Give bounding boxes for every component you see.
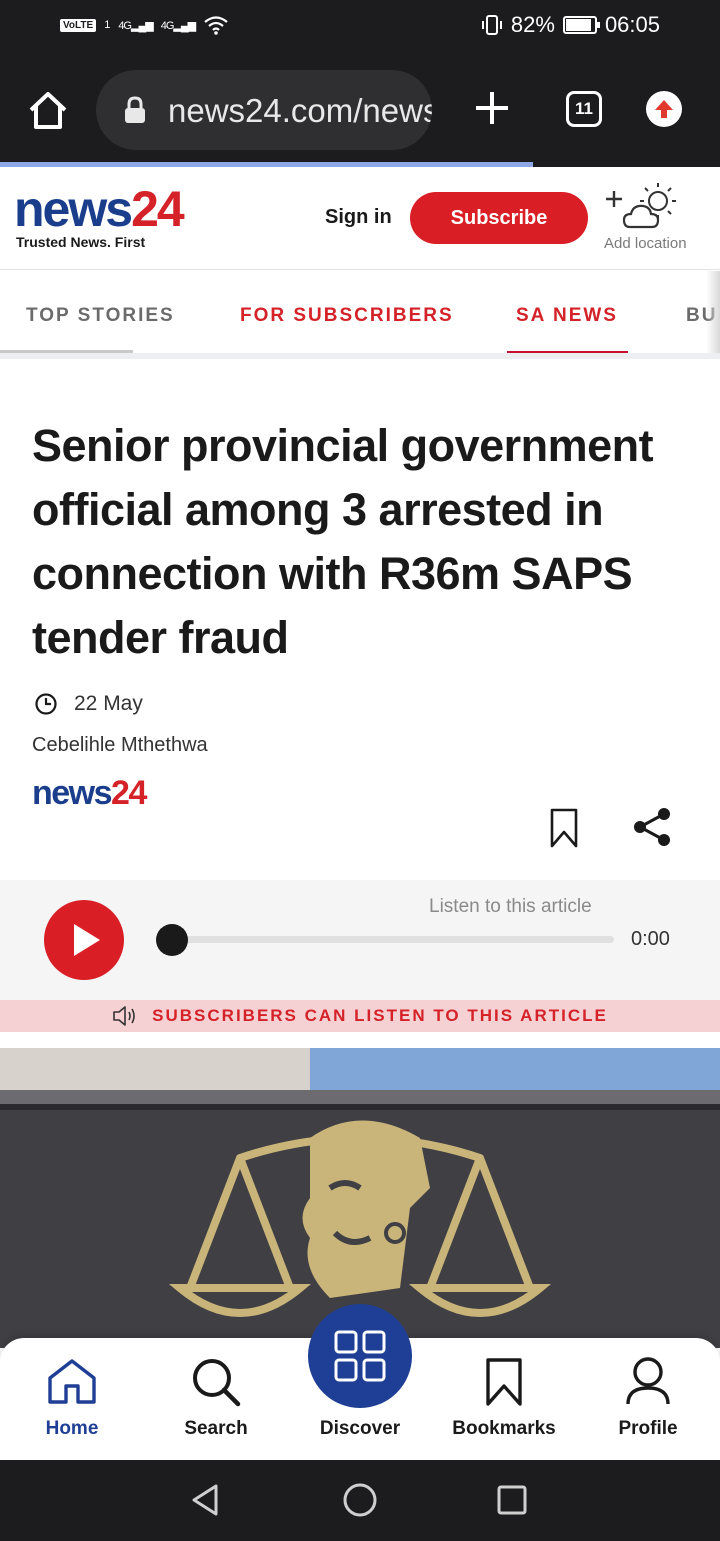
play-icon bbox=[74, 924, 100, 956]
browser-toolbar: news24.com/news24/southafrica/news/senio… bbox=[0, 54, 720, 162]
audio-time: 0:00 bbox=[631, 928, 670, 950]
audio-scrubber[interactable] bbox=[156, 924, 188, 956]
speaker-icon bbox=[113, 1006, 135, 1026]
article-date: 22 May bbox=[74, 692, 143, 715]
network-2: 4G▂▄▆ bbox=[160, 19, 196, 32]
sim-slot: 1 bbox=[104, 19, 111, 31]
profile-icon bbox=[626, 1357, 670, 1405]
clock: 06:05 bbox=[604, 12, 660, 37]
status-bar: VoLTE 1 4G▂▄▆ 4G▂▄▆ 82% 06:05 bbox=[0, 0, 720, 54]
discover-button[interactable] bbox=[308, 1304, 412, 1408]
vibrate-icon bbox=[481, 15, 502, 35]
status-left: VoLTE 1 4G▂▄▆ 4G▂▄▆ bbox=[60, 14, 229, 36]
bookmark-icon[interactable] bbox=[549, 808, 579, 848]
tagline: Trusted News. First bbox=[16, 234, 146, 250]
audio-player: Listen to this article 0:00 bbox=[0, 880, 720, 1000]
system-navigation-bar bbox=[0, 1460, 720, 1541]
battery-icon bbox=[562, 16, 600, 34]
nav-bookmarks[interactable]: Bookmarks bbox=[432, 1338, 576, 1460]
source-logo: news24 bbox=[32, 774, 147, 812]
nav-home[interactable]: Home bbox=[0, 1338, 144, 1460]
tab-top-stories[interactable]: TOP STORIES bbox=[26, 305, 175, 327]
tabs-button[interactable]: 11 bbox=[566, 91, 602, 127]
home-icon[interactable] bbox=[26, 88, 70, 132]
bookmark-icon bbox=[486, 1358, 522, 1406]
subscriber-audio-banner[interactable]: SUBSCRIBERS CAN LISTEN TO THIS ARTICLE bbox=[0, 1000, 720, 1032]
network-1: 4G▂▄▆ bbox=[118, 19, 153, 32]
status-right: 82% 06:05 bbox=[481, 12, 660, 38]
volte-badge: VoLTE bbox=[60, 18, 97, 32]
address-bar[interactable]: news24.com/news24/southafrica/news/senio… bbox=[96, 70, 432, 150]
wifi-icon bbox=[204, 16, 228, 35]
subscribe-button[interactable]: Subscribe bbox=[410, 192, 588, 244]
update-icon[interactable] bbox=[646, 91, 682, 127]
article-hero-image[interactable] bbox=[0, 1048, 720, 1348]
home-icon bbox=[48, 1359, 96, 1404]
share-icon[interactable] bbox=[632, 806, 672, 848]
plus-icon[interactable] bbox=[472, 88, 512, 128]
lock-icon bbox=[125, 96, 145, 123]
article-author[interactable]: Cebelihle Mthethwa bbox=[32, 734, 208, 757]
tabs-fade bbox=[706, 271, 720, 353]
news24-logo[interactable]: news24 bbox=[14, 183, 185, 235]
play-button[interactable] bbox=[44, 900, 124, 980]
listen-label: Listen to this article bbox=[429, 896, 592, 917]
grid-icon bbox=[334, 1330, 386, 1382]
add-location-label[interactable]: Add location bbox=[604, 235, 687, 252]
section-tabs: TOP STORIES FOR SUBSCRIBERS SA NEWS BU bbox=[0, 271, 720, 359]
subscriber-audio-text: SUBSCRIBERS CAN LISTEN TO THIS ARTICLE bbox=[152, 1006, 608, 1025]
battery-percent: 82% bbox=[510, 12, 555, 37]
tabs-scroll-indicator bbox=[0, 350, 133, 353]
site-header: news24 Trusted News. First Sign in Subsc… bbox=[0, 167, 720, 270]
article-dateline: 22 May bbox=[34, 692, 143, 716]
tab-for-subscribers[interactable]: FOR SUBSCRIBERS bbox=[240, 305, 454, 327]
home-circle-icon[interactable] bbox=[342, 1482, 378, 1518]
audio-track[interactable] bbox=[172, 936, 614, 943]
search-icon bbox=[193, 1359, 241, 1407]
back-icon[interactable] bbox=[188, 1482, 224, 1518]
url-text: news24.com/news24/southafrica/news/senio… bbox=[168, 92, 432, 129]
weather-add-icon[interactable] bbox=[602, 179, 686, 235]
article-headline: Senior provincial government official am… bbox=[32, 420, 654, 663]
nav-search[interactable]: Search bbox=[144, 1338, 288, 1460]
recents-icon[interactable] bbox=[496, 1484, 528, 1516]
active-tab-underline bbox=[507, 351, 628, 353]
tab-sa-news[interactable]: SA NEWS bbox=[516, 305, 618, 327]
clock-icon bbox=[35, 693, 57, 715]
sign-in-link[interactable]: Sign in bbox=[325, 206, 392, 229]
nav-profile[interactable]: Profile bbox=[576, 1338, 720, 1460]
scales-of-justice-image bbox=[0, 1048, 720, 1348]
